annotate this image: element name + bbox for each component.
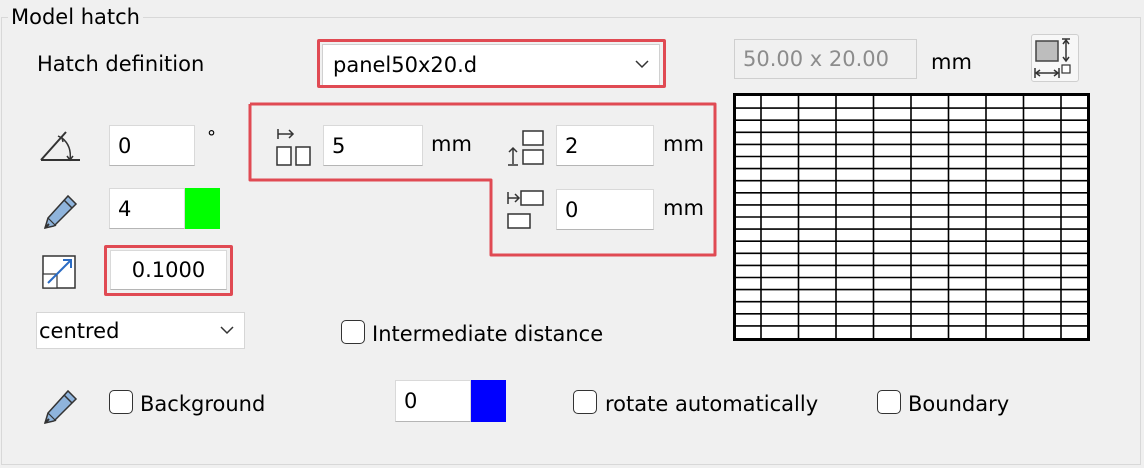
chevron-down-icon: [635, 60, 649, 69]
angle-icon: [40, 131, 80, 162]
hatch-definition-label: Hatch definition: [37, 52, 205, 76]
hatch-dimensions-icon: [1034, 38, 1071, 78]
scale-value: 0.1000: [131, 258, 206, 282]
intermediate-distance-checkbox[interactable]: [341, 320, 365, 344]
pen-color-swatch[interactable]: [185, 188, 220, 229]
scale-icon: [42, 255, 76, 289]
hatch-preview: [733, 93, 1090, 341]
scale-input[interactable]: 0.1000: [110, 250, 227, 290]
pen-input[interactable]: 4: [109, 188, 185, 229]
background-checkbox[interactable]: [109, 390, 133, 414]
hatch-size-unit: mm: [931, 50, 972, 74]
group-title: Model hatch: [8, 4, 143, 30]
highlight-offsets: [248, 102, 717, 257]
background-pen-input[interactable]: 0: [395, 380, 471, 422]
angle-input[interactable]: 0: [109, 125, 195, 166]
angle-unit: °: [207, 127, 216, 148]
angle-value: 0: [118, 133, 132, 158]
hatch-size-value: 50.00 x 20.00: [743, 47, 890, 71]
alignment-dropdown[interactable]: centred: [36, 312, 245, 349]
background-color-swatch[interactable]: [471, 380, 506, 422]
background-pen-value: 0: [404, 389, 418, 413]
pen-value: 4: [118, 196, 132, 221]
hatch-definition-dropdown[interactable]: panel50x20.d: [322, 44, 660, 86]
background-label: Background: [140, 392, 266, 416]
boundary-label: Boundary: [908, 392, 1010, 416]
rotate-automatically-label: rotate automatically: [605, 392, 819, 416]
hatch-definition-value: panel50x20.d: [333, 53, 478, 77]
boundary-checkbox[interactable]: [877, 390, 901, 414]
chevron-down-icon: [220, 325, 234, 334]
hatch-size-field: 50.00 x 20.00: [734, 39, 917, 79]
hatch-size-button[interactable]: [1031, 34, 1079, 82]
hatch-preview-pattern: [736, 96, 1087, 338]
rotate-automatically-checkbox[interactable]: [573, 390, 597, 414]
pen-icon: [43, 194, 78, 230]
background-pen-icon: [43, 389, 78, 425]
intermediate-distance-label: Intermediate distance: [372, 322, 604, 346]
alignment-value: centred: [39, 318, 120, 343]
